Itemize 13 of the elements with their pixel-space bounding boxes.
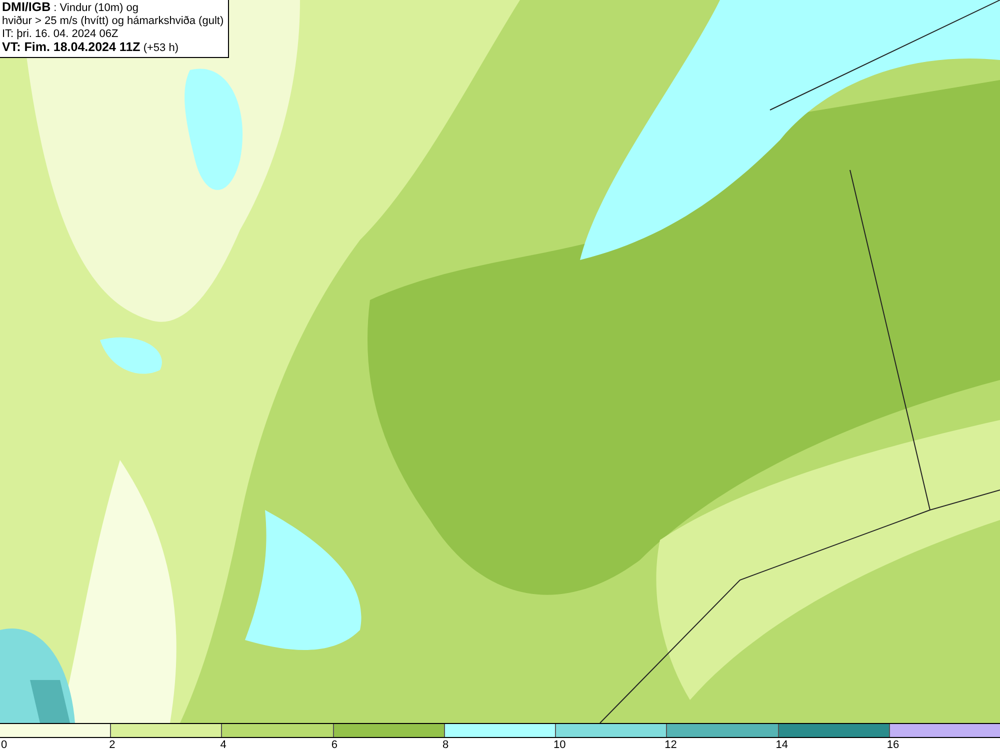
legend-label: 6 (331, 739, 338, 751)
legend-label: 0 (1, 739, 8, 751)
legend-label: 2 (109, 739, 116, 751)
legend-label: 4 (220, 739, 226, 751)
title-line: VT: Fim. 18.04.2024 11Z (+53 h) (2, 41, 180, 55)
legend-label: 14 (776, 739, 788, 751)
legend-label: 8 (442, 739, 449, 751)
legend-label: 16 (886, 739, 900, 751)
title-line: DMI/IGB : Vindur (10m) og (2, 1, 140, 15)
title-line: IT: þri. 16. 04. 2024 06Z (2, 28, 120, 41)
legend-label: 10 (554, 739, 566, 751)
title-line: hviður > 25 m/s (hvítt) og hámarkshviða (gult) (2, 15, 224, 28)
legend-label: 12 (664, 739, 677, 751)
